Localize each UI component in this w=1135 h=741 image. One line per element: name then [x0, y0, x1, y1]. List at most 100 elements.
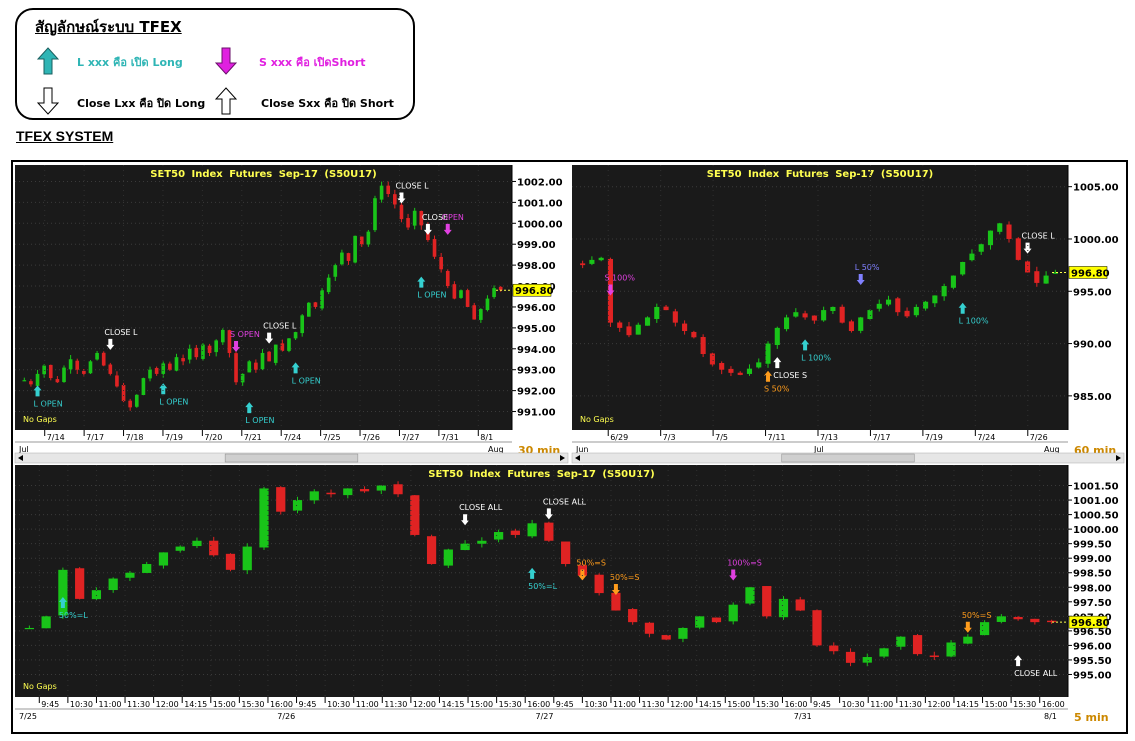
charts-frame: 1002.001001.001000.00999.00998.00997.009… — [11, 160, 1128, 734]
candle — [410, 495, 420, 535]
signal-label: L 50% — [855, 263, 880, 272]
candle — [452, 284, 457, 299]
chart-footnote: No Gaps — [23, 415, 57, 424]
candle — [443, 549, 453, 566]
candle — [996, 616, 1006, 622]
candle — [58, 569, 68, 616]
candle — [904, 310, 910, 317]
x-period-label: Jul — [18, 445, 29, 454]
candle — [91, 590, 102, 600]
x-tick-label: 9:45 — [813, 700, 831, 709]
candle — [821, 310, 827, 321]
candle — [75, 568, 85, 599]
x-tick-label: 7/17 — [872, 433, 890, 442]
candle — [728, 604, 738, 622]
candle — [1043, 275, 1049, 284]
candle — [485, 298, 490, 311]
candle — [276, 487, 286, 512]
candle — [745, 587, 755, 604]
y-tick-label: 992.00 — [517, 387, 556, 398]
x-tick-label: 7/11 — [768, 433, 786, 442]
candle — [867, 310, 873, 320]
chart-footnote: No Gaps — [23, 682, 57, 691]
candle — [366, 231, 371, 245]
legend-short-open: S xxx คือ เปิดShort — [259, 56, 366, 69]
signal-label: L OPEN — [34, 399, 63, 408]
candle — [168, 363, 172, 370]
candle — [628, 609, 638, 623]
candle — [95, 352, 99, 360]
legend-close-long: Close Lxx คือ ปิด Long — [77, 97, 206, 110]
y-tick-label: 996.00 — [1073, 641, 1112, 652]
candle — [101, 352, 106, 366]
candle — [393, 194, 397, 205]
candle — [611, 592, 621, 611]
candle — [923, 301, 929, 309]
x-period-label: 7/26 — [277, 712, 295, 721]
y-tick-label: 995.00 — [1073, 287, 1112, 298]
signal-label: L OPEN — [292, 376, 321, 385]
candle — [1034, 271, 1040, 283]
candle — [242, 546, 252, 571]
signal-label: S 50% — [764, 385, 790, 394]
candle — [459, 290, 463, 298]
y-tick-label: 1001.00 — [517, 198, 563, 209]
candle — [762, 586, 772, 617]
y-tick-label: 1000.50 — [1073, 511, 1119, 522]
x-period-label: Jul — [813, 445, 824, 454]
y-tick-label: 990.00 — [1073, 340, 1112, 351]
candle — [912, 635, 923, 655]
candle — [340, 252, 344, 265]
candle — [561, 541, 571, 565]
candle — [644, 622, 655, 634]
candle — [55, 379, 60, 383]
candle — [376, 485, 386, 491]
x-period-label: Aug — [1044, 445, 1060, 454]
x-tick-label: 14:15 — [184, 700, 207, 709]
y-tick-label: 998.00 — [517, 261, 556, 272]
y-tick-label: 999.50 — [1073, 540, 1112, 551]
x-tick-label: 11:30 — [127, 700, 150, 709]
signal-label: CLOSE L — [104, 328, 138, 337]
candle — [24, 627, 34, 630]
signal-label: CLOSE L — [395, 181, 429, 190]
candle — [48, 364, 53, 379]
candle — [142, 564, 152, 573]
candle — [1006, 224, 1012, 239]
x-tick-label: 10:30 — [70, 700, 93, 709]
candle — [765, 343, 771, 364]
x-period-label: Aug — [488, 445, 504, 454]
candle — [379, 185, 384, 200]
candle — [795, 599, 805, 611]
candle — [598, 257, 604, 261]
charts-canvas: 1002.001001.001000.00999.00998.00997.009… — [14, 165, 1125, 729]
candle — [158, 552, 169, 566]
chart-panel-3: 1001.50 1001.00 1000.50 1000.00 999.50 999.00… — [15, 465, 1124, 729]
x-tick-label: 7/19 — [165, 433, 183, 442]
candle — [527, 523, 537, 537]
y-tick-label: 995.50 — [1073, 656, 1112, 667]
candle — [492, 288, 496, 298]
candle — [812, 610, 822, 646]
candle — [711, 617, 722, 623]
candle — [793, 312, 799, 317]
x-tick-label: 7/24 — [283, 433, 301, 442]
candle — [108, 364, 113, 374]
last-price-label: 996.80 — [1071, 268, 1110, 279]
candle — [839, 306, 845, 323]
candle — [247, 361, 252, 373]
y-tick-label: 993.00 — [517, 366, 556, 377]
short-open-arrow-icon — [215, 47, 237, 75]
candle — [386, 185, 391, 195]
x-tick-label: 7/31 — [441, 433, 459, 442]
candle — [895, 298, 901, 313]
signal-label: 100%=S — [727, 558, 762, 567]
x-tick-label: 9:45 — [41, 700, 59, 709]
y-tick-label: 998.00 — [1073, 583, 1112, 594]
candle — [287, 338, 291, 351]
x-tick-label: 16:00 — [784, 700, 807, 709]
candle — [997, 223, 1003, 232]
candle — [426, 536, 437, 565]
x-tick-label: 7/26 — [362, 433, 380, 442]
signal-label: S 100% — [604, 274, 635, 283]
